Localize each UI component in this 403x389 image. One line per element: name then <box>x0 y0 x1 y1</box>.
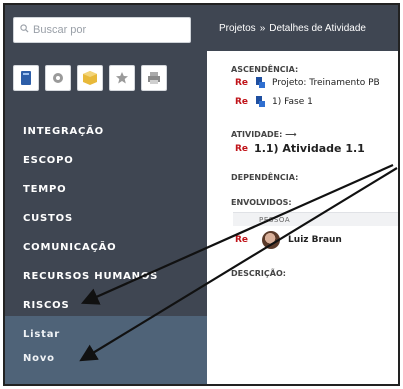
tag-re: Re <box>235 143 249 154</box>
toolbar <box>13 65 167 91</box>
star-icon <box>116 72 128 84</box>
atividade-label: ATIVIDADE: ⟶ <box>231 130 297 139</box>
ascendencia-row-phase[interactable]: Re 1) Fase 1 <box>235 96 313 108</box>
submenu-item-novo[interactable]: Novo <box>5 346 207 372</box>
search-placeholder: Buscar por <box>33 24 87 36</box>
sidebar-item-escopo[interactable]: ESCOPO <box>5 146 207 175</box>
package-button[interactable] <box>77 65 103 91</box>
project-icon <box>254 77 266 89</box>
envolvidos-table-header: PESSOA <box>233 212 398 226</box>
print-icon <box>148 72 160 84</box>
tag-re: Re <box>235 97 249 107</box>
breadcrumb-projetos[interactable]: Projetos <box>219 23 256 34</box>
phase-icon <box>254 96 266 108</box>
sidebar-item-custos[interactable]: CUSTOS <box>5 204 207 233</box>
activity-details: ASCENDÊNCIA: Re Projeto: Treinamento PB … <box>207 51 398 384</box>
sidebar-item-comunicacao[interactable]: COMUNICAÇÃO <box>5 233 207 262</box>
envolvidos-label: ENVOLVIDOS: <box>231 198 292 207</box>
ascendencia-phase-name: 1) Fase 1 <box>272 97 313 107</box>
submenu-item-listar[interactable]: Listar <box>5 316 207 348</box>
tag-re: Re <box>235 78 249 88</box>
ascendencia-row-project[interactable]: Re Projeto: Treinamento PB <box>235 77 380 89</box>
breadcrumb-current: Detalhes de Atividade <box>269 22 366 34</box>
gear-icon <box>53 73 63 83</box>
riscos-submenu: Listar Novo <box>5 316 207 384</box>
favorite-button[interactable] <box>109 65 135 91</box>
tag-re: Re <box>235 235 249 245</box>
box-icon <box>83 71 97 85</box>
book-button[interactable] <box>13 65 39 91</box>
breadcrumb-separator: » <box>259 22 266 34</box>
print-button[interactable] <box>141 65 167 91</box>
search-icon <box>20 24 29 36</box>
sidebar-item-integracao[interactable]: INTEGRAÇÃO <box>5 117 207 146</box>
search-input[interactable]: Buscar por <box>13 17 191 43</box>
sidebar-item-recursos-humanos[interactable]: RECURSOS HUMANOS <box>5 262 207 291</box>
sidebar-item-tempo[interactable]: TEMPO <box>5 175 207 204</box>
ascendencia-project-name: Projeto: Treinamento PB <box>272 78 380 88</box>
breadcrumb: Projetos » Detalhes de Atividade <box>207 5 398 51</box>
person-name: Luiz Braun <box>288 235 342 245</box>
ascendencia-label: ASCENDÊNCIA: <box>231 65 299 74</box>
avatar <box>262 231 281 249</box>
atividade-row: Re 1.1) Atividade 1.1 <box>235 142 365 155</box>
book-icon <box>21 71 31 85</box>
app-window: Buscar por INTEGRAÇÃO ESCOPO TEMPO CUSTO… <box>3 3 400 386</box>
table-row[interactable]: Re Luiz Braun <box>235 231 342 249</box>
sidebar-menu: INTEGRAÇÃO ESCOPO TEMPO CUSTOS COMUNICAÇ… <box>5 117 207 320</box>
dependencia-label: DEPENDÊNCIA: <box>231 173 299 182</box>
activity-title: 1.1) Atividade 1.1 <box>254 142 365 155</box>
settings-button[interactable] <box>45 65 71 91</box>
sidebar: Buscar por INTEGRAÇÃO ESCOPO TEMPO CUSTO… <box>5 5 207 384</box>
descricao-label: DESCRIÇÃO: <box>231 269 286 278</box>
